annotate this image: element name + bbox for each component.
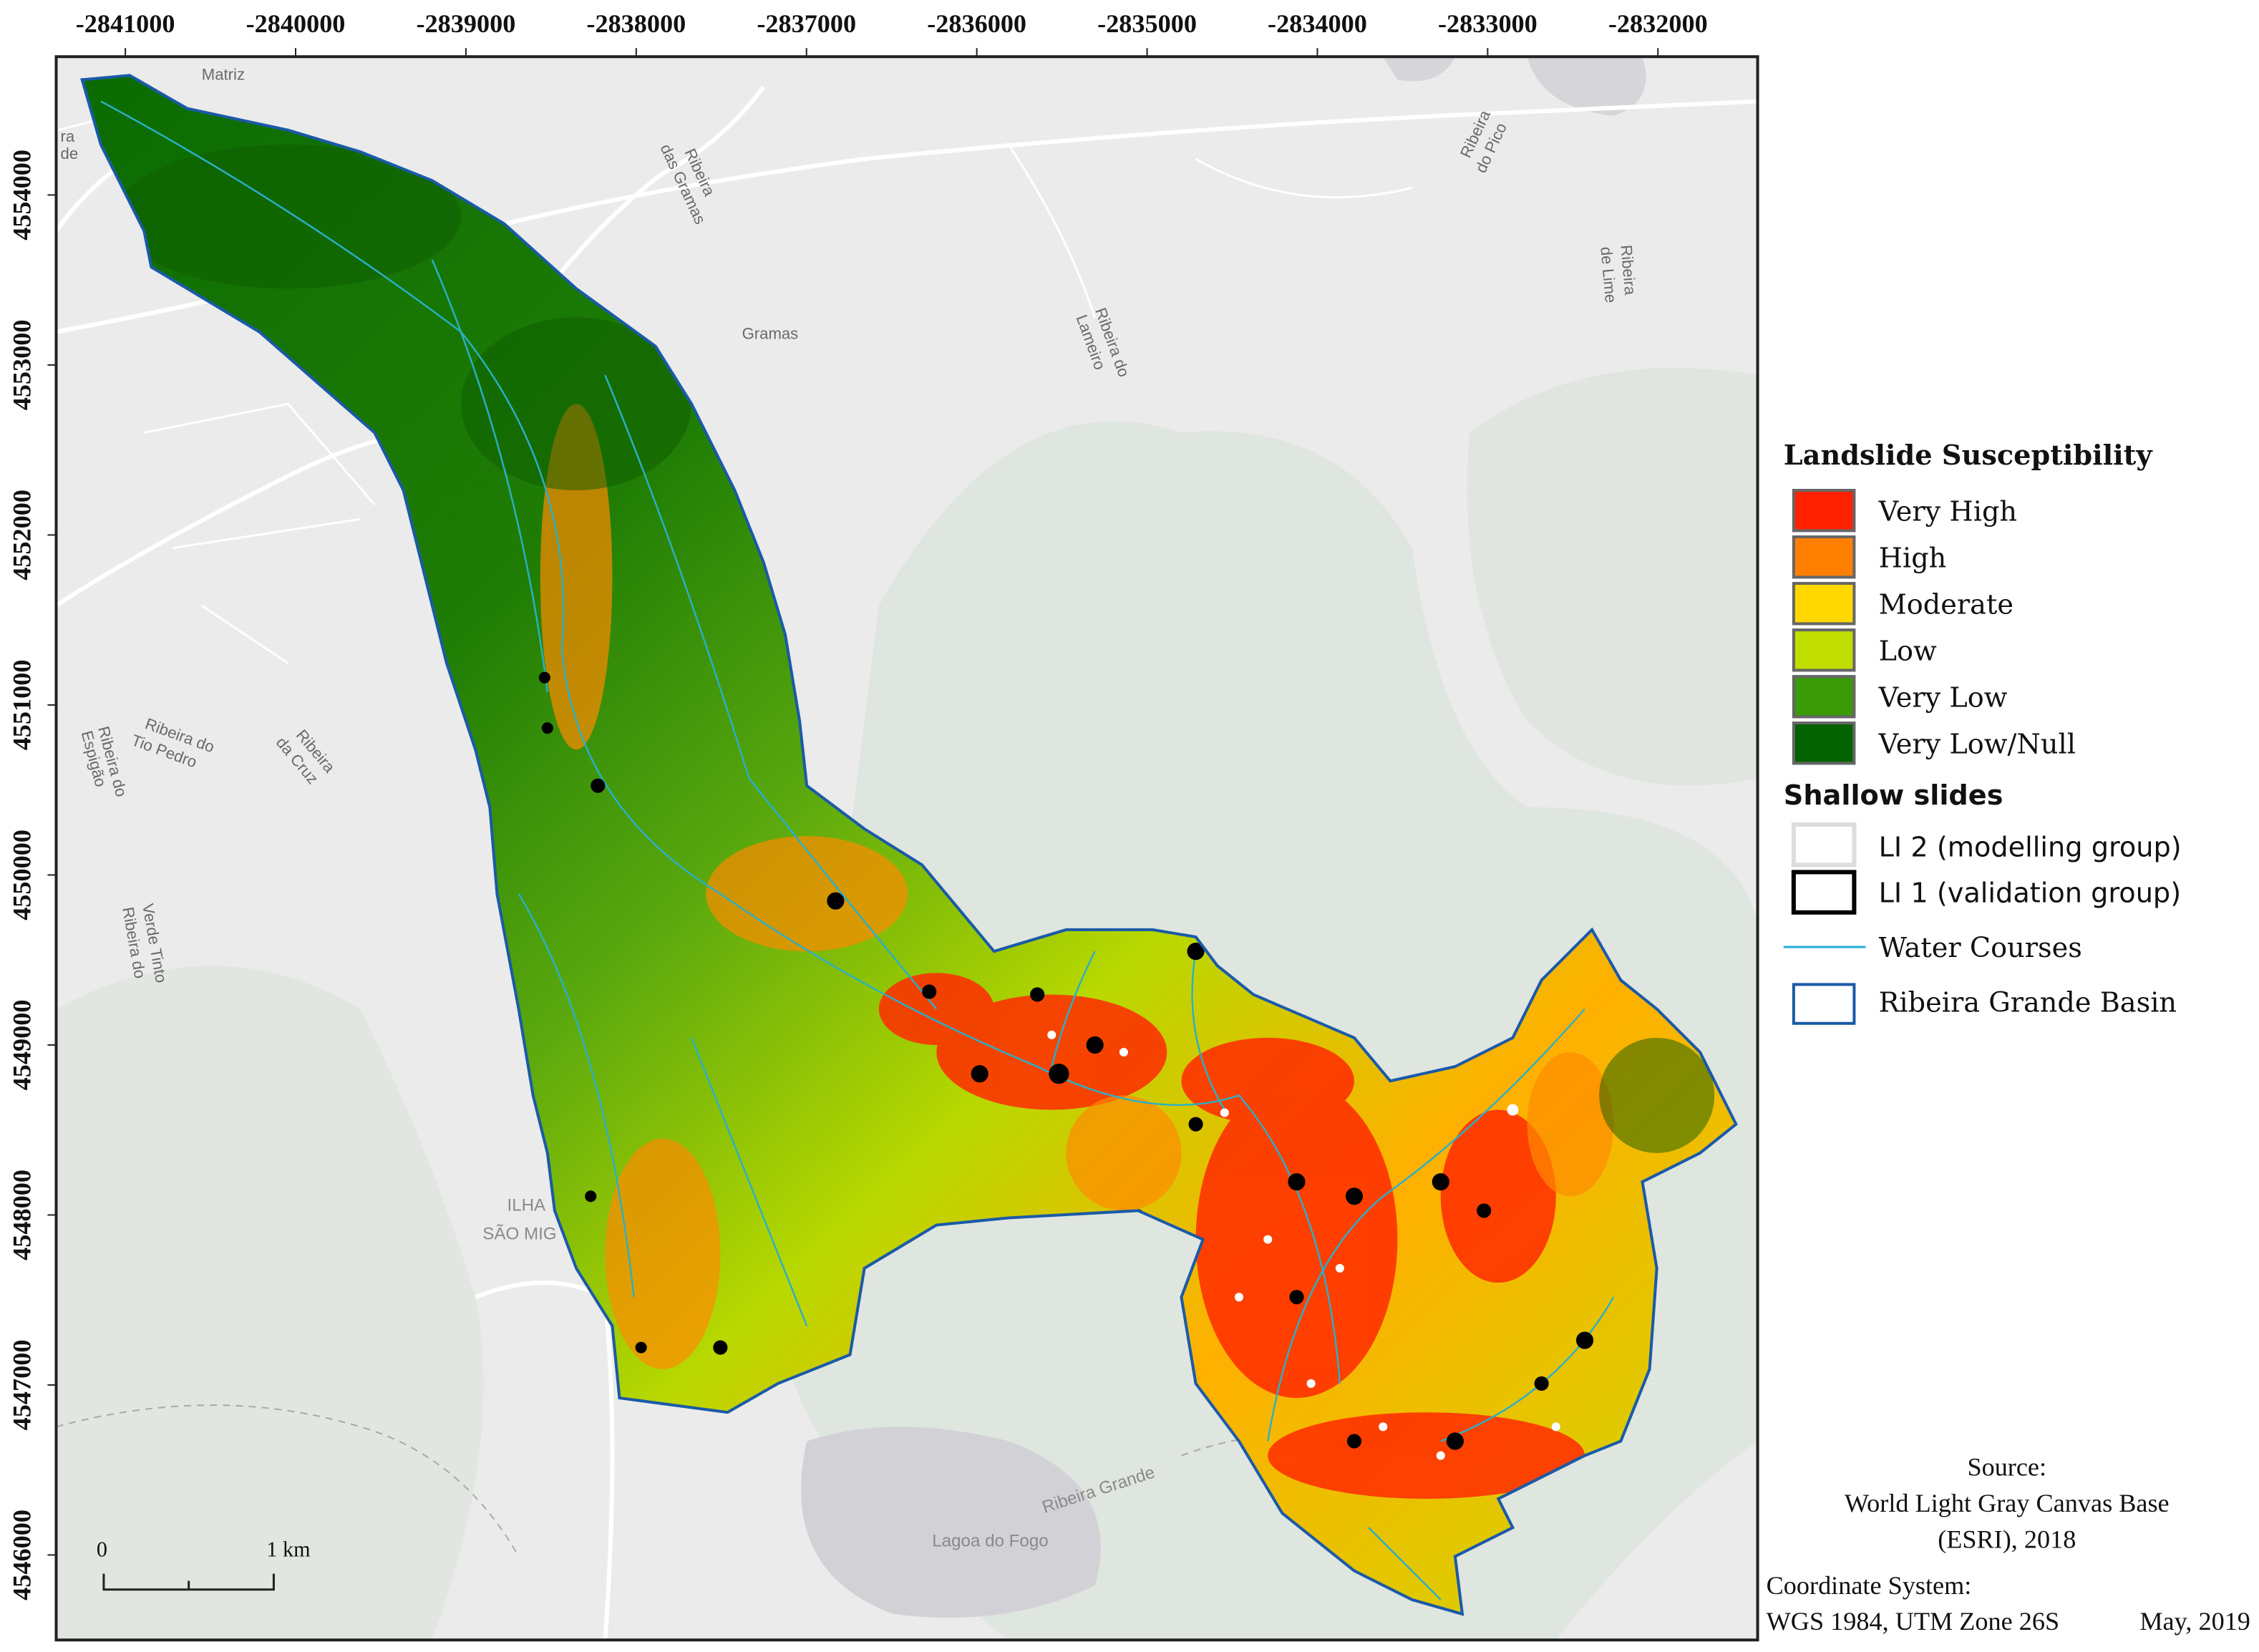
map-figure: Matriz Gramas ra de Ribeiradas Gramas Ri… bbox=[7, 9, 2250, 1642]
legend-swatch bbox=[1792, 721, 1856, 765]
x-tick-label: -2836000 bbox=[927, 9, 1026, 38]
y-tick-label: 4548000 bbox=[7, 1170, 36, 1260]
source-line: (ESRI), 2018 bbox=[1938, 1525, 2076, 1553]
legend-item-label: Very High bbox=[1878, 496, 2017, 528]
scale-start: 0 bbox=[97, 1537, 107, 1561]
x-tick-label: -2834000 bbox=[1268, 9, 1367, 38]
place-label: SÃO MIG bbox=[482, 1225, 556, 1244]
place-label: Matriz bbox=[202, 65, 245, 83]
legend-item-label: LI 1 (validation group) bbox=[1879, 878, 2181, 910]
place-label: Lagoa do Fogo bbox=[932, 1531, 1048, 1550]
scale-end: 1 km bbox=[266, 1537, 311, 1561]
coord-label: Coordinate System: bbox=[1767, 1571, 1972, 1600]
y-tick-label: 4554000 bbox=[7, 150, 36, 240]
legend-item-label: Very Low/Null bbox=[1878, 729, 2076, 760]
legend-item-label: Moderate bbox=[1879, 589, 2013, 621]
y-tick-label: 4551000 bbox=[7, 660, 36, 751]
y-tick-label: 4550000 bbox=[7, 830, 36, 920]
x-tick-label: -2833000 bbox=[1438, 9, 1537, 38]
legend-item-label: High bbox=[1879, 543, 1947, 574]
li2-swatch bbox=[1791, 822, 1857, 868]
legend-swatch bbox=[1792, 535, 1856, 579]
source-label: Source: bbox=[1967, 1453, 2046, 1482]
legend-item-label: Water Courses bbox=[1879, 933, 2082, 964]
map-notes: Source: World Light Gray Canvas Base (ES… bbox=[1767, 1453, 2250, 1636]
place-label: Gramas bbox=[742, 325, 799, 343]
place-label: ra bbox=[61, 127, 75, 145]
y-tick-label: 4546000 bbox=[7, 1510, 36, 1600]
legend: Landslide Susceptibility Very High High Mo… bbox=[1784, 439, 2182, 1025]
y-tick-label: 4552000 bbox=[7, 490, 36, 580]
y-tick-label: 4549000 bbox=[7, 1000, 36, 1091]
legend-swatch bbox=[1792, 582, 1856, 626]
legend-title-shallow-slides: Shallow slides bbox=[1784, 780, 2003, 812]
x-tick-label: -2835000 bbox=[1097, 9, 1197, 38]
legend-item-label: LI 2 (modelling group) bbox=[1879, 832, 2182, 863]
x-tick-label: -2840000 bbox=[246, 9, 346, 38]
legend-title-susceptibility: Landslide Susceptibility bbox=[1784, 439, 2154, 472]
legend-item-label: Low bbox=[1879, 636, 1937, 667]
x-tick-label: -2838000 bbox=[586, 9, 686, 38]
map-date: May, 2019 bbox=[2139, 1607, 2250, 1636]
source-line: World Light Gray Canvas Base bbox=[1845, 1489, 2170, 1517]
coord-value: WGS 1984, UTM Zone 26S bbox=[1767, 1607, 2059, 1636]
y-tick-label: 4547000 bbox=[7, 1340, 36, 1431]
x-tick-label: -2837000 bbox=[757, 9, 856, 38]
y-axis-ticks: 4554000 4553000 4552000 4551000 4550000 45490… bbox=[7, 150, 57, 1600]
legend-swatch bbox=[1792, 489, 1856, 533]
legend-swatch bbox=[1792, 628, 1856, 672]
x-tick-label: -2839000 bbox=[417, 9, 516, 38]
y-tick-label: 4553000 bbox=[7, 320, 36, 411]
legend-item-label: Very Low bbox=[1878, 682, 2008, 714]
x-tick-label: -2841000 bbox=[76, 9, 175, 38]
li1-swatch bbox=[1791, 870, 1857, 915]
x-axis-ticks: -2841000 -2840000 -2839000 -2838000 -2837000… bbox=[76, 9, 1708, 57]
x-tick-label: -2832000 bbox=[1608, 9, 1708, 38]
legend-swatch bbox=[1792, 675, 1856, 719]
basin-swatch bbox=[1792, 983, 1856, 1025]
place-label: ILHA bbox=[507, 1195, 546, 1215]
place-label: de bbox=[61, 145, 79, 162]
legend-item-label: Ribeira Grande Basin bbox=[1879, 988, 2177, 1019]
